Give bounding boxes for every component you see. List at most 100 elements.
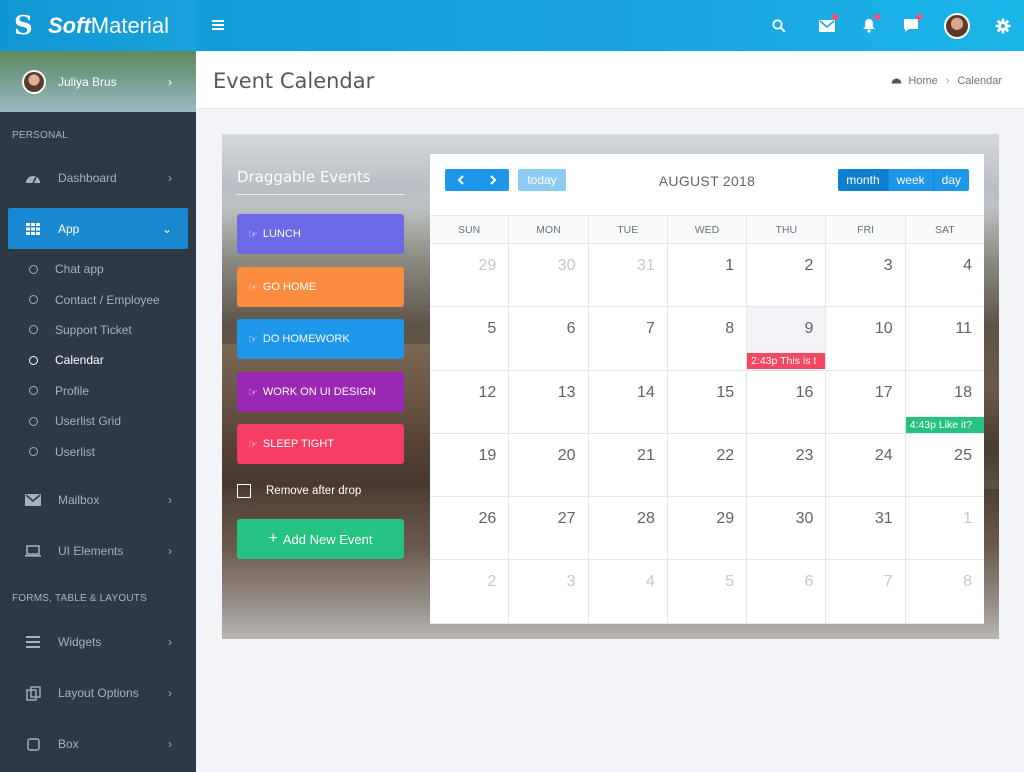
calendar-day-cell[interactable]: 8 <box>906 560 984 622</box>
calendar-day-cell[interactable]: 4 <box>906 244 984 306</box>
calendar-day-cell[interactable]: 20 <box>509 433 589 497</box>
day-number: 22 <box>716 446 735 464</box>
draggable-event-sleep-tight[interactable]: ☞ SLEEP TIGHT <box>237 424 404 464</box>
calendar-day-cell[interactable]: 8 <box>668 307 748 370</box>
sidebar-subitem-userlist-grid[interactable]: Userlist Grid <box>0 406 196 436</box>
logo[interactable]: S SoftMaterial <box>0 0 196 51</box>
calendar-day-cell[interactable]: 14 <box>589 370 668 433</box>
sidebar-subitem-contact-employee[interactable]: Contact / Employee <box>0 284 196 314</box>
chat-icon[interactable] <box>890 0 932 51</box>
calendar-day-cell[interactable]: 22 <box>668 433 748 497</box>
add-new-event-button[interactable]: + Add New Event <box>237 519 404 559</box>
circle-icon <box>29 447 38 457</box>
calendar-day-cell[interactable]: 25 <box>906 434 984 496</box>
day-number: 11 <box>955 320 972 338</box>
calendar-day-cell[interactable]: 18 4:43p Like it? <box>905 371 984 433</box>
calendar-day-cell[interactable]: 1 <box>906 497 984 559</box>
sidebar-subitem-userlist[interactable]: Userlist <box>0 436 196 466</box>
sidebar-subitem-profile[interactable]: Profile <box>0 376 196 406</box>
view-month-button[interactable]: month <box>838 169 889 191</box>
remove-after-drop-checkbox[interactable] <box>237 484 251 498</box>
day-number: 29 <box>716 510 735 528</box>
calendar-day-cell[interactable]: 27 <box>509 497 589 560</box>
calendar-day-cell[interactable]: 12 <box>430 370 510 433</box>
chevron-right-icon: › <box>168 544 172 559</box>
calendar-day-cell[interactable]: 6 <box>747 560 827 623</box>
page-title: Event Calendar <box>213 69 375 93</box>
sidebar-subitem-chat-app[interactable]: Chat app <box>0 254 196 284</box>
calendar-day-cell[interactable]: 17 <box>826 370 906 433</box>
calendar-day-cell[interactable]: 15 <box>668 370 748 433</box>
calendar-day-cell[interactable]: 5 <box>668 560 748 623</box>
calendar-event[interactable]: 4:43p Like it? <box>905 416 984 433</box>
plus-icon: + <box>268 530 278 547</box>
calendar-day-cell[interactable]: 3 <box>826 244 906 307</box>
day-of-week: SUN <box>430 216 510 243</box>
user-avatar[interactable] <box>932 0 982 51</box>
prev-month-button[interactable] <box>445 169 477 191</box>
sidebar-item-box[interactable]: Box › <box>0 719 196 770</box>
day-number: 24 <box>874 446 893 464</box>
calendar-day-cell[interactable]: 30 <box>747 497 827 560</box>
draggable-event-go-home[interactable]: ☞ GO HOME <box>237 267 404 307</box>
calendar-day-cell[interactable]: 4 <box>589 560 668 623</box>
calendar-day-cell[interactable]: 16 <box>747 370 827 433</box>
calendar-day-cell[interactable]: 26 <box>430 497 510 560</box>
sidebar-item-dashboard[interactable]: Dashboard › <box>0 152 196 203</box>
calendar-day-cell[interactable]: 31 <box>826 497 906 560</box>
remove-after-drop[interactable]: Remove after drop <box>237 484 361 498</box>
day-of-week: TUE <box>589 216 668 243</box>
calendar-day-cell[interactable]: 23 <box>747 433 827 497</box>
calendar-day-cell[interactable]: 7 <box>826 560 906 623</box>
calendar-day-cell[interactable]: 5 <box>430 307 510 370</box>
sidebar-item-app[interactable]: App ⌄ <box>8 208 188 249</box>
calendar-day-cell[interactable]: 28 <box>589 497 668 560</box>
draggable-event-do-homework[interactable]: ☞ DO HOMEWORK <box>237 319 404 359</box>
logo-icon: S <box>14 10 33 41</box>
bell-icon[interactable] <box>848 0 890 51</box>
calendar-day-cell[interactable]: 11 <box>906 307 984 369</box>
day-number: 31 <box>874 510 893 528</box>
sidebar-item-mailbox[interactable]: Mailbox › <box>0 475 196 526</box>
mail-icon[interactable] <box>806 0 848 51</box>
day-number: 4 <box>645 573 655 591</box>
today-button[interactable]: today <box>518 169 566 191</box>
day-number: 12 <box>478 383 497 401</box>
sidebar-item-ui-elements[interactable]: UI Elements › <box>0 526 196 577</box>
draggable-event-lunch[interactable]: ☞ LUNCH <box>237 214 404 254</box>
breadcrumb-home[interactable]: Home <box>908 75 937 87</box>
draggable-event-work-on-ui-design[interactable]: ☞ WORK ON UI DESIGN <box>237 372 404 412</box>
calendar-day-cell[interactable]: 21 <box>589 433 668 497</box>
chevron-down-icon: ⌄ <box>161 221 172 236</box>
sidebar-item-widgets[interactable]: Widgets › <box>0 617 196 668</box>
calendar-day-cell[interactable]: 6 <box>509 307 589 370</box>
sidebar-item-layout-options[interactable]: Layout Options › <box>0 668 196 719</box>
calendar-day-cell[interactable]: 3 <box>509 560 589 623</box>
calendar-day-cell[interactable]: 10 <box>826 307 906 370</box>
hand-pointer-icon: ☞ <box>248 438 258 451</box>
gear-icon[interactable] <box>982 0 1024 51</box>
calendar-day-cell[interactable]: 19 <box>430 433 510 497</box>
view-day-button[interactable]: day <box>933 169 969 191</box>
view-week-button[interactable]: week <box>888 169 934 191</box>
calendar-day-cell[interactable]: 29 <box>668 497 748 560</box>
calendar-day-cell[interactable]: 30 <box>509 244 589 307</box>
sidebar-subitem-support-ticket[interactable]: Support Ticket <box>0 315 196 345</box>
calendar-day-cell[interactable]: 2 <box>430 560 510 623</box>
calendar-day-cell[interactable]: 1 <box>668 244 748 307</box>
next-month-button[interactable] <box>477 169 509 191</box>
calendar-day-cell[interactable]: 13 <box>509 370 589 433</box>
calendar-day-cell[interactable]: 7 <box>589 307 668 370</box>
sidebar-subitem-calendar[interactable]: Calendar <box>0 345 196 375</box>
user-panel[interactable]: Juliya Brus › <box>0 51 196 112</box>
calendar-day-cell[interactable]: 29 <box>430 244 510 307</box>
calendar-day-cell[interactable]: 24 <box>826 433 906 497</box>
calendar-day-cell[interactable]: 9 2:43p This is t <box>747 307 827 370</box>
hamburger-menu-icon[interactable] <box>212 17 226 35</box>
copy-icon <box>24 684 42 702</box>
calendar-day-cell[interactable]: 2 <box>747 244 827 307</box>
calendar-day-cell[interactable]: 31 <box>589 244 668 307</box>
search-icon[interactable] <box>758 0 800 51</box>
calendar-event[interactable]: 2:43p This is t <box>747 353 826 370</box>
circle-icon <box>29 264 38 274</box>
